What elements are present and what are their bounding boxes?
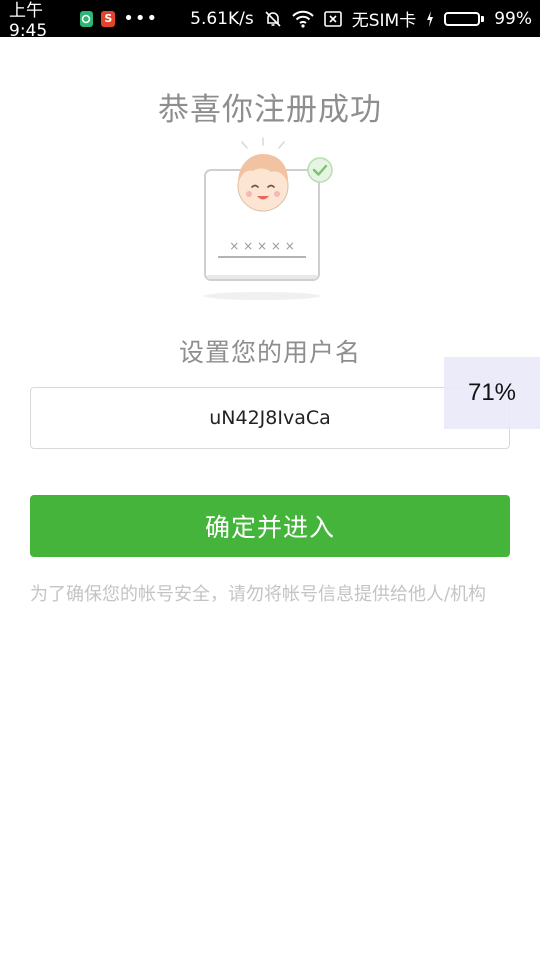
no-sim-icon <box>323 10 342 27</box>
wifi-icon <box>292 10 314 28</box>
battery-icon <box>444 11 485 26</box>
bell-muted-icon <box>264 10 282 28</box>
carrier-label: 无SIM卡 <box>351 11 417 31</box>
registration-success-illustration: × × × × × <box>198 134 343 304</box>
username-field[interactable] <box>30 387 510 449</box>
network-speed: 5.61K/s <box>190 8 254 29</box>
security-notice: 为了确保您的帐号安全，请勿将帐号信息提供给他人/机构 <box>30 584 487 605</box>
page-title: 恭喜你注册成功 <box>158 92 382 128</box>
shield-app-icon <box>79 10 94 27</box>
more-notifications-icon: ••• <box>123 7 159 29</box>
status-time: 上午9:45 <box>9 1 48 41</box>
username-input[interactable] <box>31 406 509 430</box>
battery-percent: 99% <box>494 8 532 29</box>
confirm-enter-button[interactable]: 确定并进入 <box>30 495 510 557</box>
progress-overlay: 71% <box>444 357 540 429</box>
s-app-icon: S <box>101 10 116 27</box>
charging-icon <box>426 10 434 27</box>
masked-password: × × × × × <box>229 239 295 253</box>
status-bar: 上午9:45 S ••• 5.61K/s 无SIM卡 99% <box>0 0 540 41</box>
